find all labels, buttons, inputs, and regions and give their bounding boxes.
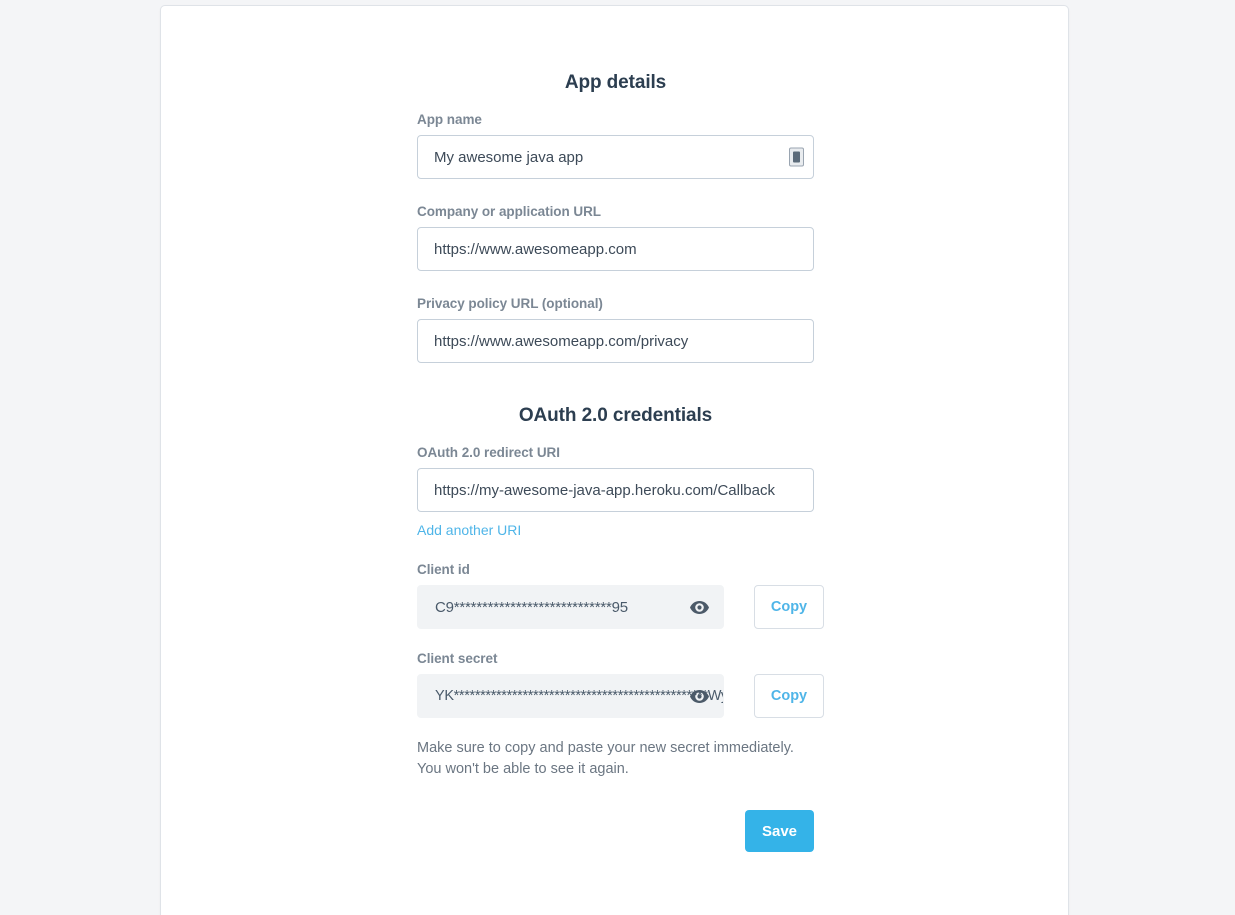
client-id-copy-button[interactable]: Copy: [754, 585, 824, 629]
app-details-heading: App details: [564, 72, 667, 93]
client-id-label: Client id: [417, 562, 470, 577]
client-secret-value-box: YK**************************************…: [417, 674, 724, 718]
client-secret-reveal-eye-icon[interactable]: [689, 686, 709, 706]
autofill-glyph: [793, 151, 800, 163]
autofill-contact-card-icon[interactable]: [789, 147, 804, 167]
field-company-url: Company or application URL: [417, 204, 814, 271]
client-id-row: C9****************************95 Copy: [417, 585, 824, 629]
save-row: Save: [417, 810, 814, 852]
privacy-url-input-wrap: [417, 319, 814, 363]
app-settings-page: App details App name Company or applicat…: [0, 0, 1235, 915]
field-client-secret: Client secret YK************************…: [417, 651, 824, 718]
oauth-credentials-heading: OAuth 2.0 credentials: [518, 405, 713, 426]
company-url-input-wrap: [417, 227, 814, 271]
secret-warning-note: Make sure to copy and paste your new sec…: [417, 738, 814, 779]
privacy-url-input[interactable]: [417, 319, 814, 363]
field-app-name: App name: [417, 112, 814, 179]
client-id-value: C9****************************95: [435, 598, 628, 616]
field-client-id: Client id C9****************************…: [417, 562, 824, 629]
company-url-input[interactable]: [417, 227, 814, 271]
privacy-url-label: Privacy policy URL (optional): [417, 296, 603, 311]
redirect-uri-input-wrap: [417, 468, 814, 512]
settings-card: App details App name Company or applicat…: [160, 5, 1069, 915]
app-name-label: App name: [417, 112, 482, 127]
app-name-input-wrap: [417, 135, 814, 179]
client-secret-label: Client secret: [417, 651, 498, 666]
form-container: App details App name Company or applicat…: [417, 6, 824, 852]
field-redirect-uri: OAuth 2.0 redirect URI Add another URI: [417, 445, 814, 540]
save-button[interactable]: Save: [745, 810, 814, 852]
field-privacy-url: Privacy policy URL (optional): [417, 296, 814, 363]
client-id-value-box: C9****************************95: [417, 585, 724, 629]
secret-warning-line-1: Make sure to copy and paste your new sec…: [417, 740, 794, 756]
client-id-reveal-eye-icon[interactable]: [689, 597, 709, 617]
company-url-label: Company or application URL: [417, 204, 601, 219]
redirect-uri-input[interactable]: [417, 468, 814, 512]
client-secret-copy-button[interactable]: Copy: [754, 674, 824, 718]
redirect-uri-label: OAuth 2.0 redirect URI: [417, 445, 560, 460]
add-another-uri-link[interactable]: Add another URI: [417, 522, 521, 538]
secret-warning-line-2: You won't be able to see it again.: [417, 760, 629, 777]
app-name-input[interactable]: [417, 135, 814, 179]
client-secret-value: YK**************************************…: [435, 687, 724, 704]
client-secret-row: YK**************************************…: [417, 674, 824, 718]
